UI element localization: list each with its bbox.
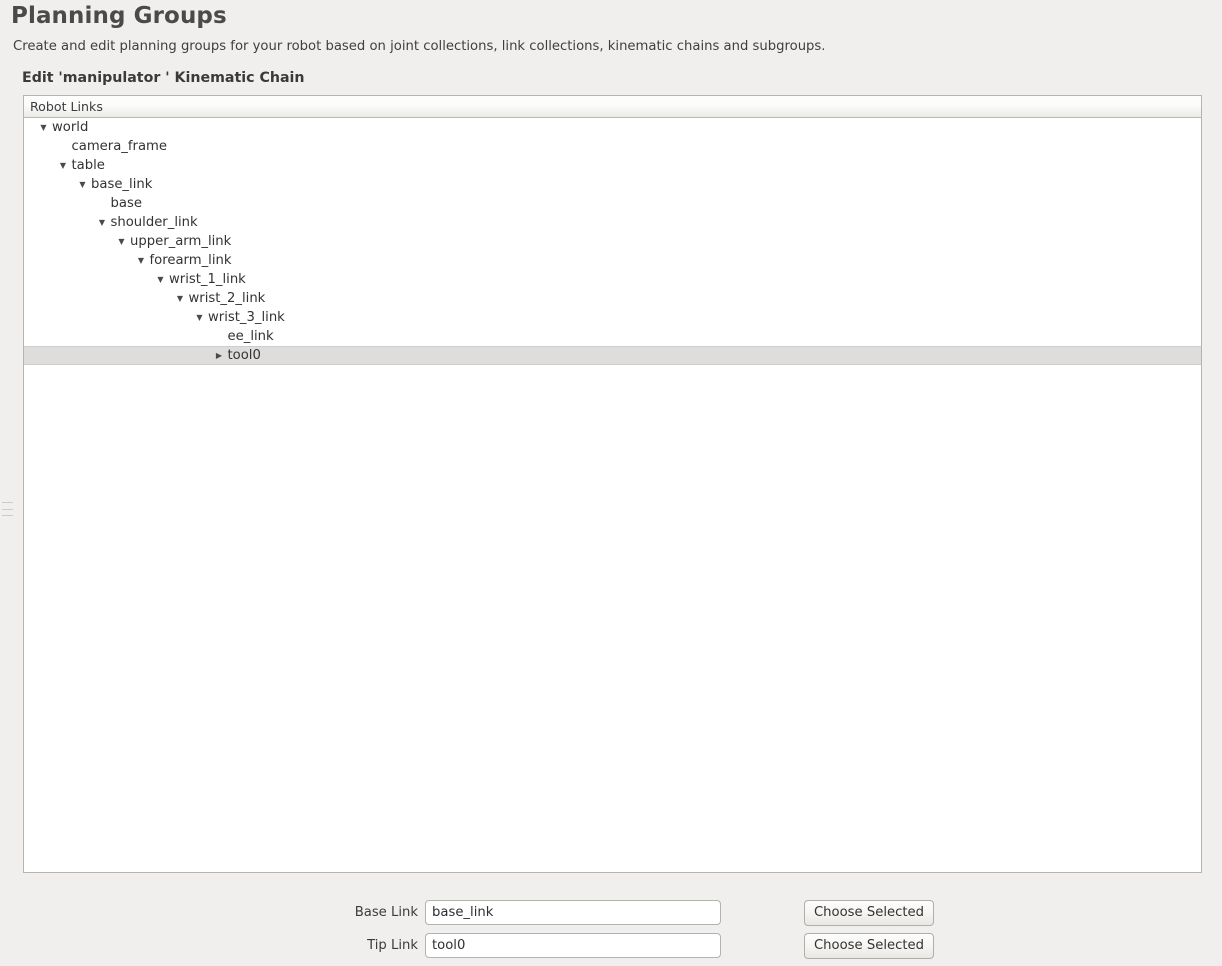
tree-column-header[interactable]: Robot Links — [24, 96, 1201, 118]
tree-node-base[interactable]: ▶base — [24, 194, 1201, 213]
base-link-row: Base Link Choose Selected — [0, 899, 1222, 926]
tree-node-base-link[interactable]: ▼ base_link — [24, 175, 1201, 194]
choose-selected-tip-button[interactable]: Choose Selected — [804, 932, 934, 959]
chevron-down-icon[interactable]: ▼ — [193, 313, 206, 322]
grip-line — [2, 515, 13, 516]
chevron-down-icon[interactable]: ▼ — [57, 161, 70, 170]
base-link-label: Base Link — [354, 905, 418, 920]
chevron-down-icon[interactable]: ▼ — [96, 218, 109, 227]
tree-node-label: ee_link — [227, 329, 274, 344]
tree-node-label: base_link — [91, 177, 153, 192]
chevron-down-icon[interactable]: ▼ — [115, 237, 128, 246]
section-heading: Edit 'manipulator ' Kinematic Chain — [22, 70, 305, 86]
tree-leaf-spacer: ▶ — [213, 333, 226, 341]
choose-selected-base-button[interactable]: Choose Selected — [804, 899, 934, 926]
tree-node-label: forearm_link — [149, 253, 232, 268]
left-splitter-grip[interactable] — [2, 501, 14, 517]
tree-leaf-spacer: ▶ — [96, 200, 109, 208]
robot-links-tree-panel: Robot Links ▼world▶camera_frame▼table▼ba… — [23, 95, 1202, 873]
tree-node-label: upper_arm_link — [130, 234, 232, 249]
chevron-down-icon[interactable]: ▼ — [37, 123, 50, 132]
tip-link-row: Tip Link Choose Selected — [0, 932, 1222, 959]
tree-node-label: wrist_1_link — [169, 272, 246, 287]
tree-node-forearm-link[interactable]: ▼ forearm_link — [24, 251, 1201, 270]
tree-node-tool0[interactable]: ▶ tool0 — [24, 346, 1201, 365]
tree-node-wrist-2-link[interactable]: ▼ wrist_2_link — [24, 289, 1201, 308]
tree-node-label: wrist_3_link — [208, 310, 285, 325]
tree-body[interactable]: ▼world▶camera_frame▼table▼base_link▶base… — [24, 118, 1201, 872]
tree-node-label: shoulder_link — [110, 215, 198, 230]
tree-node-table[interactable]: ▼ table — [24, 156, 1201, 175]
tree-node-ee-link[interactable]: ▶ee_link — [24, 327, 1201, 346]
tree-node-label: world — [52, 120, 89, 135]
page-title: Planning Groups — [11, 3, 227, 29]
tree-node-label: wrist_2_link — [188, 291, 266, 306]
tree-node-shoulder-link[interactable]: ▼ shoulder_link — [24, 213, 1201, 232]
tree-node-wrist-1-link[interactable]: ▼ wrist_1_link — [24, 270, 1201, 289]
tip-link-input[interactable] — [425, 933, 721, 958]
tree-node-camera-frame[interactable]: ▶camera_frame — [24, 137, 1201, 156]
tree-node-label: camera_frame — [71, 139, 168, 154]
chevron-down-icon[interactable]: ▼ — [154, 275, 167, 284]
base-link-input[interactable] — [425, 900, 721, 925]
chevron-down-icon[interactable]: ▼ — [76, 180, 89, 189]
chevron-right-icon[interactable]: ▶ — [213, 351, 226, 360]
chevron-down-icon[interactable]: ▼ — [135, 256, 148, 265]
tree-node-wrist-3-link[interactable]: ▼ wrist_3_link — [24, 308, 1201, 327]
grip-line — [2, 508, 13, 510]
tree-node-label: table — [71, 158, 105, 173]
tree-node-upper-arm-link[interactable]: ▼ upper_arm_link — [24, 232, 1201, 251]
chevron-down-icon[interactable]: ▼ — [174, 294, 187, 303]
grip-line — [2, 502, 13, 503]
tree-leaf-spacer: ▶ — [57, 143, 70, 151]
tree-node-label: base — [110, 196, 142, 211]
tree-column-header-label: Robot Links — [30, 99, 103, 114]
tree-node-world[interactable]: ▼ world — [24, 118, 1201, 137]
page-subtitle: Create and edit planning groups for your… — [13, 39, 826, 54]
tree-node-label: tool0 — [227, 348, 261, 363]
tip-link-label: Tip Link — [367, 938, 418, 953]
